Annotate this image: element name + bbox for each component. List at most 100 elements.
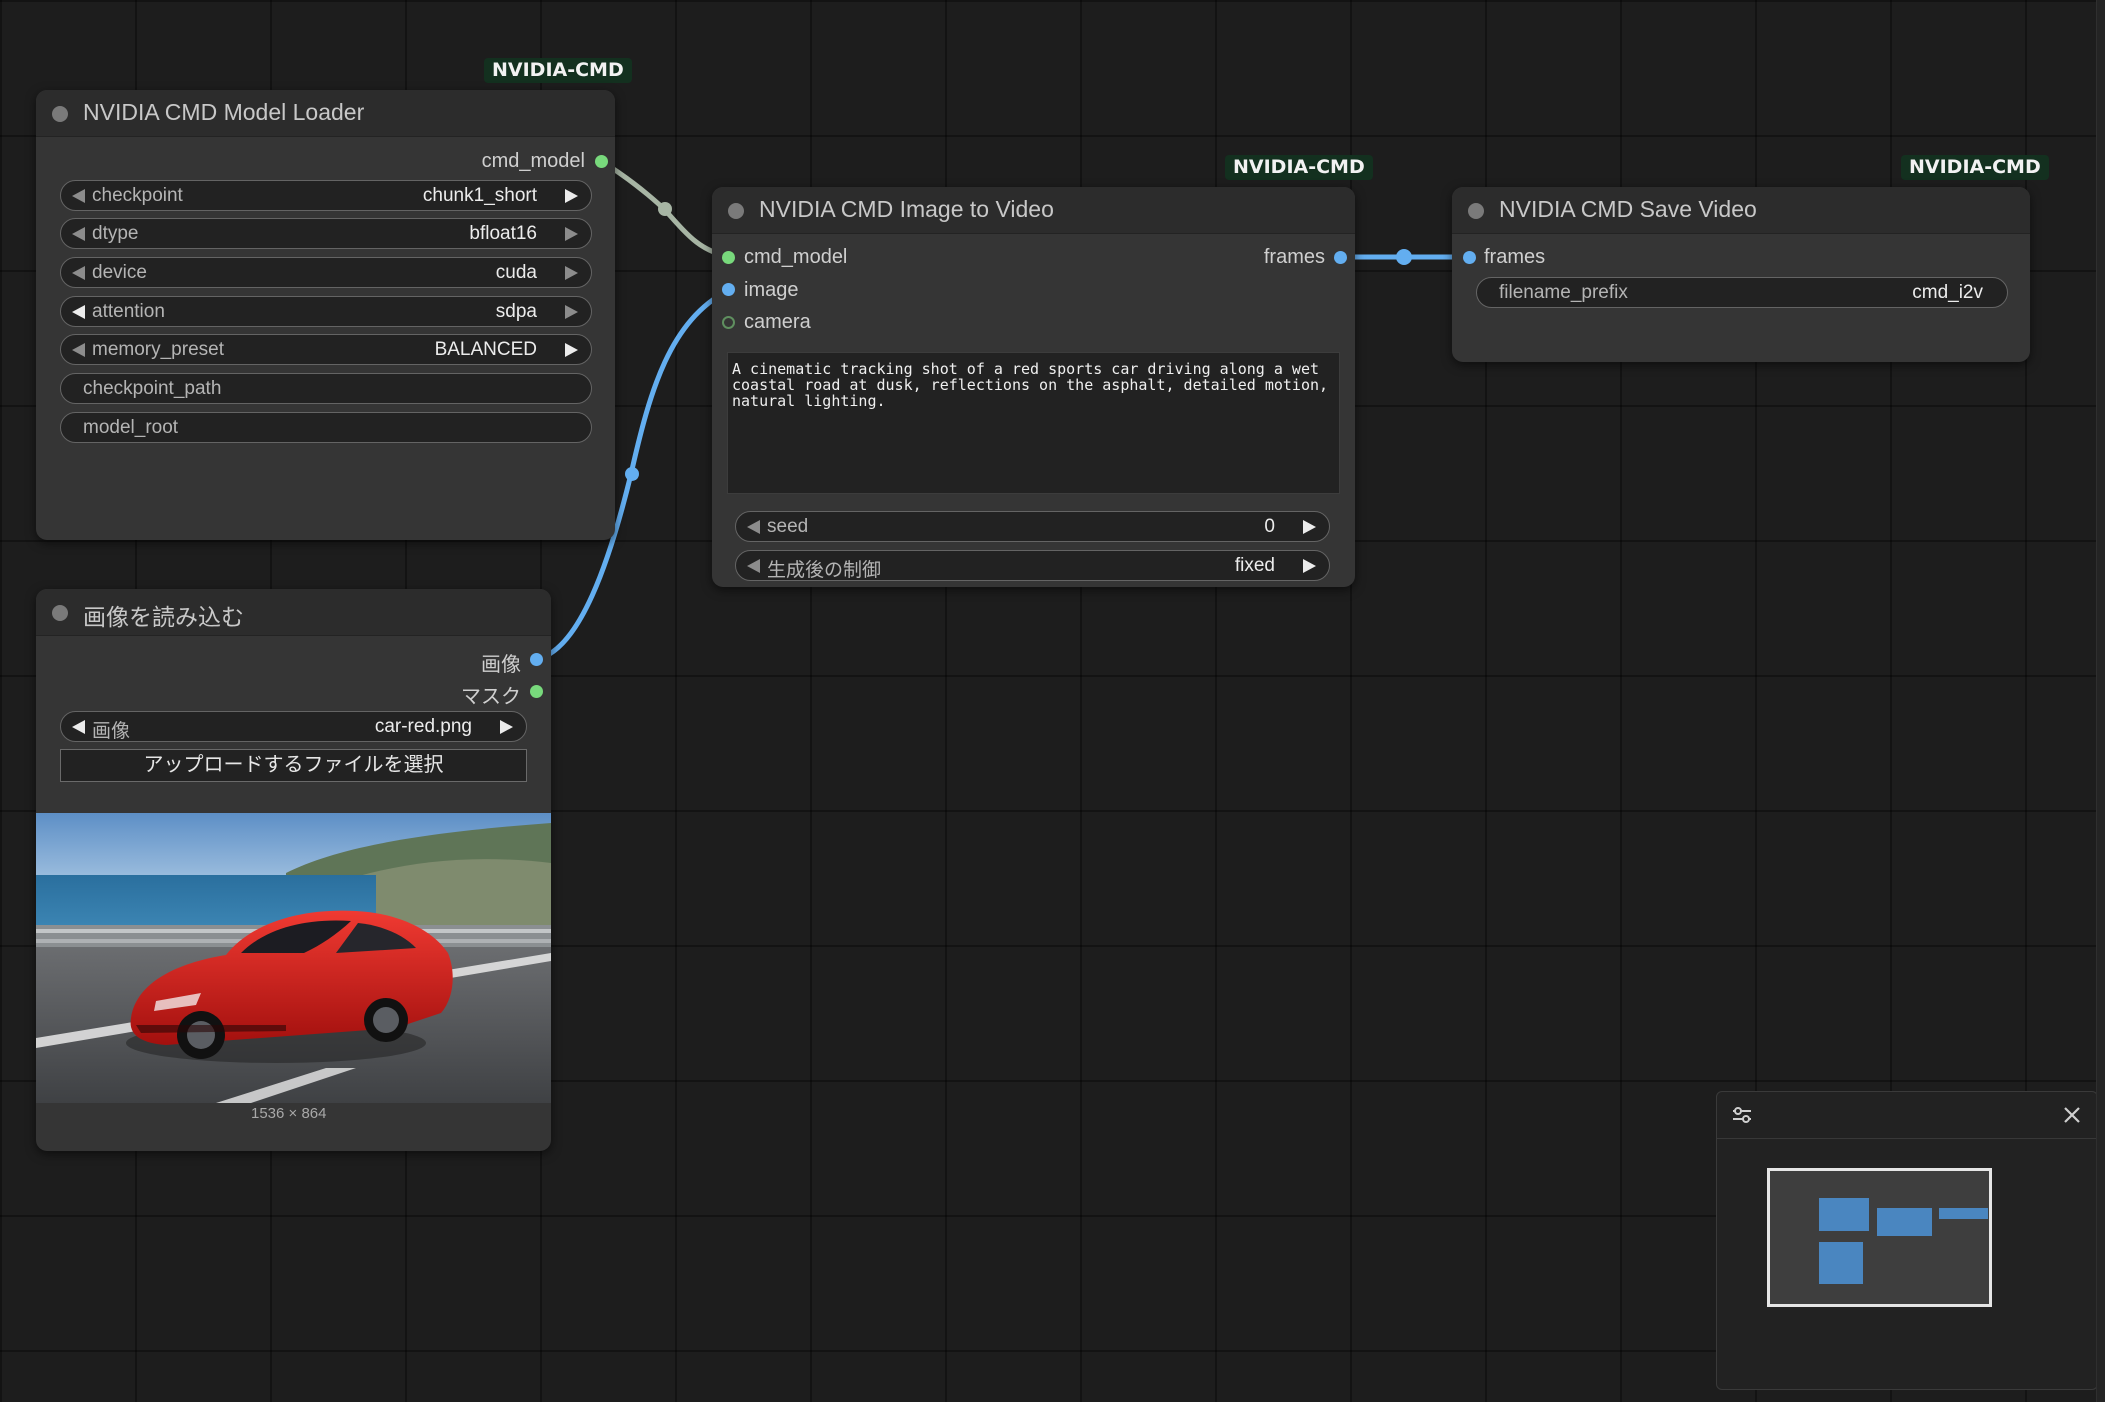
decrement-arrow-icon[interactable] (72, 189, 85, 203)
input-slot-image[interactable] (722, 283, 735, 296)
input-label-camera: camera (744, 311, 811, 333)
upload-file-button[interactable]: アップロードするファイルを選択 (60, 749, 527, 782)
node-header[interactable]: 画像を読み込む (36, 589, 551, 636)
node-title: NVIDIA CMD Image to Video (759, 196, 1054, 222)
node-title: NVIDIA CMD Model Loader (83, 99, 365, 125)
input-label-cmd-model: cmd_model (744, 246, 848, 268)
close-icon[interactable] (2061, 1104, 2083, 1126)
output-label-mask: マスク (461, 686, 521, 708)
decrement-arrow-icon[interactable] (747, 559, 760, 573)
widget-label: dtype (92, 223, 139, 244)
model-loader-node[interactable]: NVIDIA CMD Model Loader cmd_model checkp… (36, 90, 615, 540)
output-label-cmd-model: cmd_model (481, 150, 585, 172)
frames-link-midpoint[interactable] (1396, 249, 1412, 265)
widget-value: sdpa (495, 301, 537, 322)
image-link-midpoint[interactable] (625, 467, 639, 481)
sliders-icon[interactable] (1730, 1103, 1754, 1127)
image-size-label: 1536 × 864 (251, 1105, 327, 1122)
increment-arrow-icon[interactable] (1303, 520, 1316, 534)
widget-checkpoint[interactable]: checkpoint chunk1_short (60, 180, 592, 211)
widget-filename-prefix[interactable]: filename_prefix cmd_i2v (1476, 277, 2008, 308)
node-header[interactable]: NVIDIA CMD Model Loader (36, 90, 615, 137)
minimap-node (1819, 1242, 1863, 1284)
collapse-dot-icon[interactable] (52, 605, 68, 621)
output-slot-mask[interactable] (530, 685, 543, 698)
widget-label: filename_prefix (1499, 282, 1628, 303)
decrement-arrow-icon[interactable] (72, 266, 85, 280)
widget-label: seed (767, 516, 809, 537)
increment-arrow-icon[interactable] (565, 227, 578, 241)
input-label-frames: frames (1484, 246, 1546, 268)
node-title: NVIDIA CMD Save Video (1499, 196, 1757, 222)
increment-arrow-icon[interactable] (565, 305, 578, 319)
output-slot-cmd-model[interactable] (595, 155, 608, 168)
increment-arrow-icon[interactable] (500, 720, 513, 734)
widget-label: checkpoint_path (83, 378, 222, 399)
prompt-textarea[interactable]: A cinematic tracking shot of a red sport… (727, 352, 1340, 494)
widget-memory-preset[interactable]: memory_preset BALANCED (60, 334, 592, 365)
decrement-arrow-icon[interactable] (72, 720, 85, 734)
widget-label: model_root (83, 417, 179, 438)
widget-label: attention (92, 301, 165, 322)
widget-checkpoint-path[interactable]: checkpoint_path (60, 373, 592, 404)
widget-image-select[interactable]: 画像 car-red.png (60, 711, 527, 742)
widget-value: bfloat16 (469, 223, 537, 244)
decrement-arrow-icon[interactable] (72, 343, 85, 357)
i2v-badge: NVIDIA-CMD (1225, 155, 1373, 180)
node-title: 画像を読み込む (83, 604, 244, 630)
minimap-viewport[interactable] (1767, 1168, 1992, 1307)
widget-label: memory_preset (92, 339, 224, 360)
image-to-video-node[interactable]: NVIDIA CMD Image to Video cmd_model imag… (712, 187, 1355, 587)
widget-value: 0 (1264, 516, 1275, 537)
minimap-node (1819, 1198, 1869, 1231)
increment-arrow-icon[interactable] (565, 343, 578, 357)
input-slot-camera[interactable] (722, 316, 735, 329)
save-badge: NVIDIA-CMD (1901, 155, 2049, 180)
load-image-node[interactable]: 画像を読み込む 画像 マスク 画像 car-red.png アップロードするファ… (36, 589, 551, 1151)
decrement-arrow-icon[interactable] (72, 227, 85, 241)
widget-model-root[interactable]: model_root (60, 412, 592, 443)
node-header[interactable]: NVIDIA CMD Image to Video (712, 187, 1355, 234)
increment-arrow-icon[interactable] (565, 266, 578, 280)
input-label-image: image (744, 279, 799, 301)
widget-label: device (92, 262, 147, 283)
widget-attention[interactable]: attention sdpa (60, 296, 592, 327)
output-label-frames: frames (1263, 246, 1325, 268)
output-label-image: 画像 (481, 654, 521, 676)
collapse-dot-icon[interactable] (728, 203, 744, 219)
output-slot-frames[interactable] (1334, 251, 1347, 264)
minimap-panel[interactable] (1716, 1091, 2098, 1390)
output-slot-image[interactable] (530, 653, 543, 666)
cmd-model-link[interactable] (598, 158, 732, 260)
increment-arrow-icon[interactable] (1303, 559, 1316, 573)
widget-control-after-generate[interactable]: 生成後の制御 fixed (735, 550, 1330, 581)
input-slot-frames[interactable] (1463, 251, 1476, 264)
node-header[interactable]: NVIDIA CMD Save Video (1452, 187, 2030, 234)
widget-value: cmd_i2v (1912, 282, 1983, 303)
widget-value: car-red.png (374, 716, 472, 737)
input-slot-cmd-model[interactable] (722, 251, 735, 264)
canvas-scrollbar[interactable] (2096, 0, 2105, 1402)
minimap-header (1717, 1092, 2097, 1139)
widget-label: checkpoint (92, 185, 183, 206)
widget-value: fixed (1234, 555, 1275, 576)
widget-dtype[interactable]: dtype bfloat16 (60, 218, 592, 249)
widget-value: chunk1_short (422, 185, 537, 206)
widget-value: BALANCED (434, 339, 537, 360)
decrement-arrow-icon[interactable] (72, 305, 85, 319)
increment-arrow-icon[interactable] (565, 189, 578, 203)
image-preview (36, 813, 551, 1103)
widget-value: cuda (495, 262, 537, 283)
collapse-dot-icon[interactable] (1468, 203, 1484, 219)
widget-device[interactable]: device cuda (60, 257, 592, 288)
cmd-model-link-midpoint[interactable] (658, 202, 672, 216)
minimap-node (1939, 1208, 1988, 1219)
loader-badge: NVIDIA-CMD (484, 58, 632, 83)
widget-label: 生成後の制御 (767, 560, 882, 581)
widget-seed[interactable]: seed 0 (735, 511, 1330, 542)
collapse-dot-icon[interactable] (52, 106, 68, 122)
save-video-node[interactable]: NVIDIA CMD Save Video frames filename_pr… (1452, 187, 2030, 362)
decrement-arrow-icon[interactable] (747, 520, 760, 534)
widget-label: 画像 (92, 721, 131, 742)
minimap-node (1877, 1208, 1932, 1236)
